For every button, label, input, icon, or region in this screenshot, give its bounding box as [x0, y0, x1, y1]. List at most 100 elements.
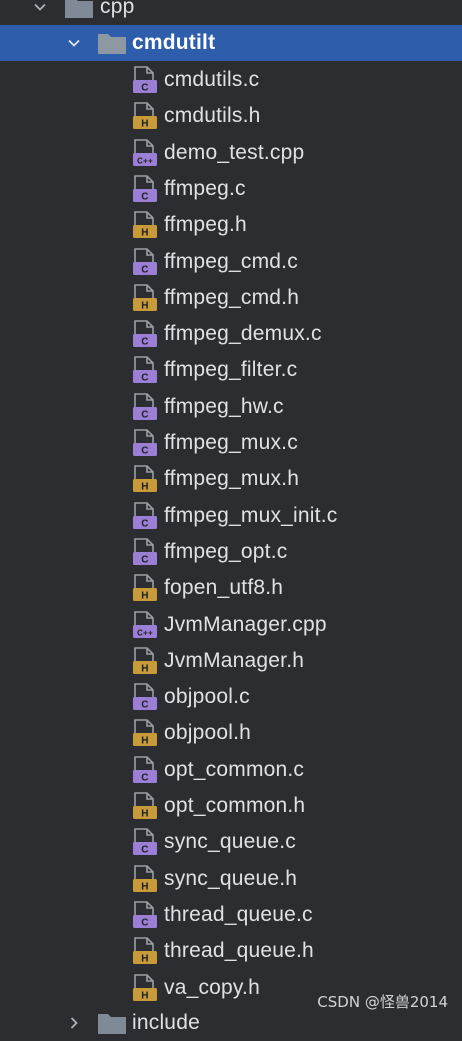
file-label: opt_common.h: [164, 794, 306, 817]
file-row[interactable]: Hcmdutils.h: [0, 98, 462, 134]
chevron-down-icon[interactable]: [30, 0, 50, 17]
file-row[interactable]: Copt_common.c: [0, 752, 462, 788]
svg-text:H: H: [141, 482, 148, 493]
file-label: cmdutils.c: [164, 68, 260, 91]
h-file-icon: H: [132, 864, 158, 894]
svg-text:H: H: [141, 591, 148, 602]
h-file-icon: H: [132, 101, 158, 131]
svg-text:C: C: [141, 83, 148, 94]
tree-row-cmdutilt[interactable]: cmdutilt: [0, 25, 462, 61]
file-row[interactable]: Ccmdutils.c: [0, 62, 462, 98]
cpp-file-icon: C++: [132, 610, 158, 640]
svg-text:C++: C++: [137, 156, 153, 165]
file-label: objpool.h: [164, 721, 252, 745]
file-row[interactable]: Cffmpeg_demux.c: [0, 316, 462, 352]
file-label: demo_test.cpp: [164, 140, 305, 164]
tree-label-include: include: [132, 1011, 200, 1034]
folder-icon: [64, 0, 94, 19]
file-row[interactable]: Cffmpeg_filter.c: [0, 352, 462, 388]
h-file-icon: H: [132, 718, 158, 748]
file-row[interactable]: Cobjpool.c: [0, 679, 462, 715]
tree-row-cpp[interactable]: cpp: [0, 0, 462, 25]
file-label: thread_queue.h: [164, 939, 314, 963]
chevron-right-icon[interactable]: [64, 1013, 84, 1033]
h-file-icon: H: [132, 646, 158, 676]
h-file-icon: H: [132, 973, 158, 1003]
c-file-icon: C: [132, 501, 158, 531]
file-label: opt_common.c: [164, 757, 305, 781]
file-row[interactable]: Csync_queue.c: [0, 824, 462, 860]
file-row[interactable]: Hffmpeg_mux.h: [0, 461, 462, 497]
svg-text:C: C: [141, 917, 148, 928]
file-label: thread_queue.c: [164, 902, 313, 926]
svg-text:C: C: [141, 337, 148, 348]
svg-text:C: C: [141, 373, 148, 384]
c-file-icon: C: [132, 392, 158, 422]
file-label: sync_queue.h: [164, 866, 298, 890]
svg-text:H: H: [141, 300, 148, 311]
svg-text:C: C: [141, 409, 148, 420]
svg-text:C: C: [141, 845, 148, 856]
svg-text:H: H: [141, 736, 148, 747]
file-row[interactable]: Hffmpeg.h: [0, 207, 462, 243]
file-row[interactable]: H JvmManager.h: [0, 643, 462, 679]
c-file-icon: C: [132, 755, 158, 785]
svg-text:C: C: [141, 191, 148, 202]
file-label: fopen_utf8.h: [164, 576, 284, 600]
svg-text:H: H: [141, 228, 148, 239]
svg-text:H: H: [141, 119, 148, 130]
svg-text:H: H: [141, 954, 148, 965]
file-label: JvmManager.h: [164, 648, 305, 672]
file-label: ffmpeg_cmd.h: [164, 285, 300, 309]
cpp-file-icon: C++: [132, 138, 158, 168]
c-file-icon: C: [132, 247, 158, 277]
file-row[interactable]: Cffmpeg.c: [0, 171, 462, 207]
svg-text:C: C: [141, 264, 148, 275]
folder-icon: [97, 1011, 127, 1035]
svg-text:C: C: [141, 518, 148, 529]
svg-text:C: C: [141, 700, 148, 711]
c-file-icon: C: [132, 900, 158, 930]
file-label: ffmpeg.h: [164, 213, 247, 237]
file-label: ffmpeg_mux.c: [164, 431, 298, 454]
file-row[interactable]: Hopt_common.h: [0, 788, 462, 824]
file-label: ffmpeg_demux.c: [164, 322, 322, 346]
file-row[interactable]: Hffmpeg_cmd.h: [0, 280, 462, 316]
file-row[interactable]: C++ demo_test.cpp: [0, 135, 462, 171]
h-file-icon: H: [132, 791, 158, 821]
file-label: ffmpeg_opt.c: [164, 539, 288, 563]
svg-text:H: H: [141, 663, 148, 674]
file-row[interactable]: Cffmpeg_cmd.c: [0, 244, 462, 280]
svg-text:C: C: [141, 772, 148, 783]
file-row[interactable]: Hfopen_utf8.h: [0, 570, 462, 606]
svg-text:C++: C++: [137, 628, 153, 637]
file-row[interactable]: Cffmpeg_mux.c: [0, 425, 462, 461]
file-label: ffmpeg_mux_init.c: [164, 503, 338, 527]
file-label: ffmpeg_mux.h: [164, 467, 300, 491]
folder-icon: [97, 31, 127, 55]
file-label: va_copy.h: [164, 975, 260, 999]
h-file-icon: H: [132, 283, 158, 313]
file-row[interactable]: Cffmpeg_mux_init.c: [0, 498, 462, 534]
c-file-icon: C: [132, 174, 158, 204]
file-row[interactable]: Cthread_queue.c: [0, 897, 462, 933]
file-label: cmdutils.h: [164, 104, 261, 128]
file-row[interactable]: C++ JvmManager.cpp: [0, 607, 462, 643]
file-label: ffmpeg_filter.c: [164, 358, 298, 382]
file-row[interactable]: Hthread_queue.h: [0, 933, 462, 969]
file-row[interactable]: Cffmpeg_opt.c: [0, 534, 462, 570]
watermark-text: CSDN @怪兽2014: [317, 993, 448, 1011]
c-file-icon: C: [132, 537, 158, 567]
file-label: objpool.c: [164, 685, 250, 709]
file-row[interactable]: Hsync_queue.h: [0, 861, 462, 897]
file-row[interactable]: Cffmpeg_hw.c: [0, 389, 462, 425]
c-file-icon: C: [132, 428, 158, 458]
file-label: sync_queue.c: [164, 830, 296, 854]
file-row[interactable]: Hobjpool.h: [0, 715, 462, 751]
file-label: ffmpeg_hw.c: [164, 394, 284, 418]
c-file-icon: C: [132, 355, 158, 385]
c-file-icon: C: [132, 319, 158, 349]
chevron-down-icon[interactable]: [64, 33, 84, 53]
file-label: ffmpeg.c: [164, 176, 246, 200]
file-label: ffmpeg_cmd.c: [164, 249, 298, 273]
